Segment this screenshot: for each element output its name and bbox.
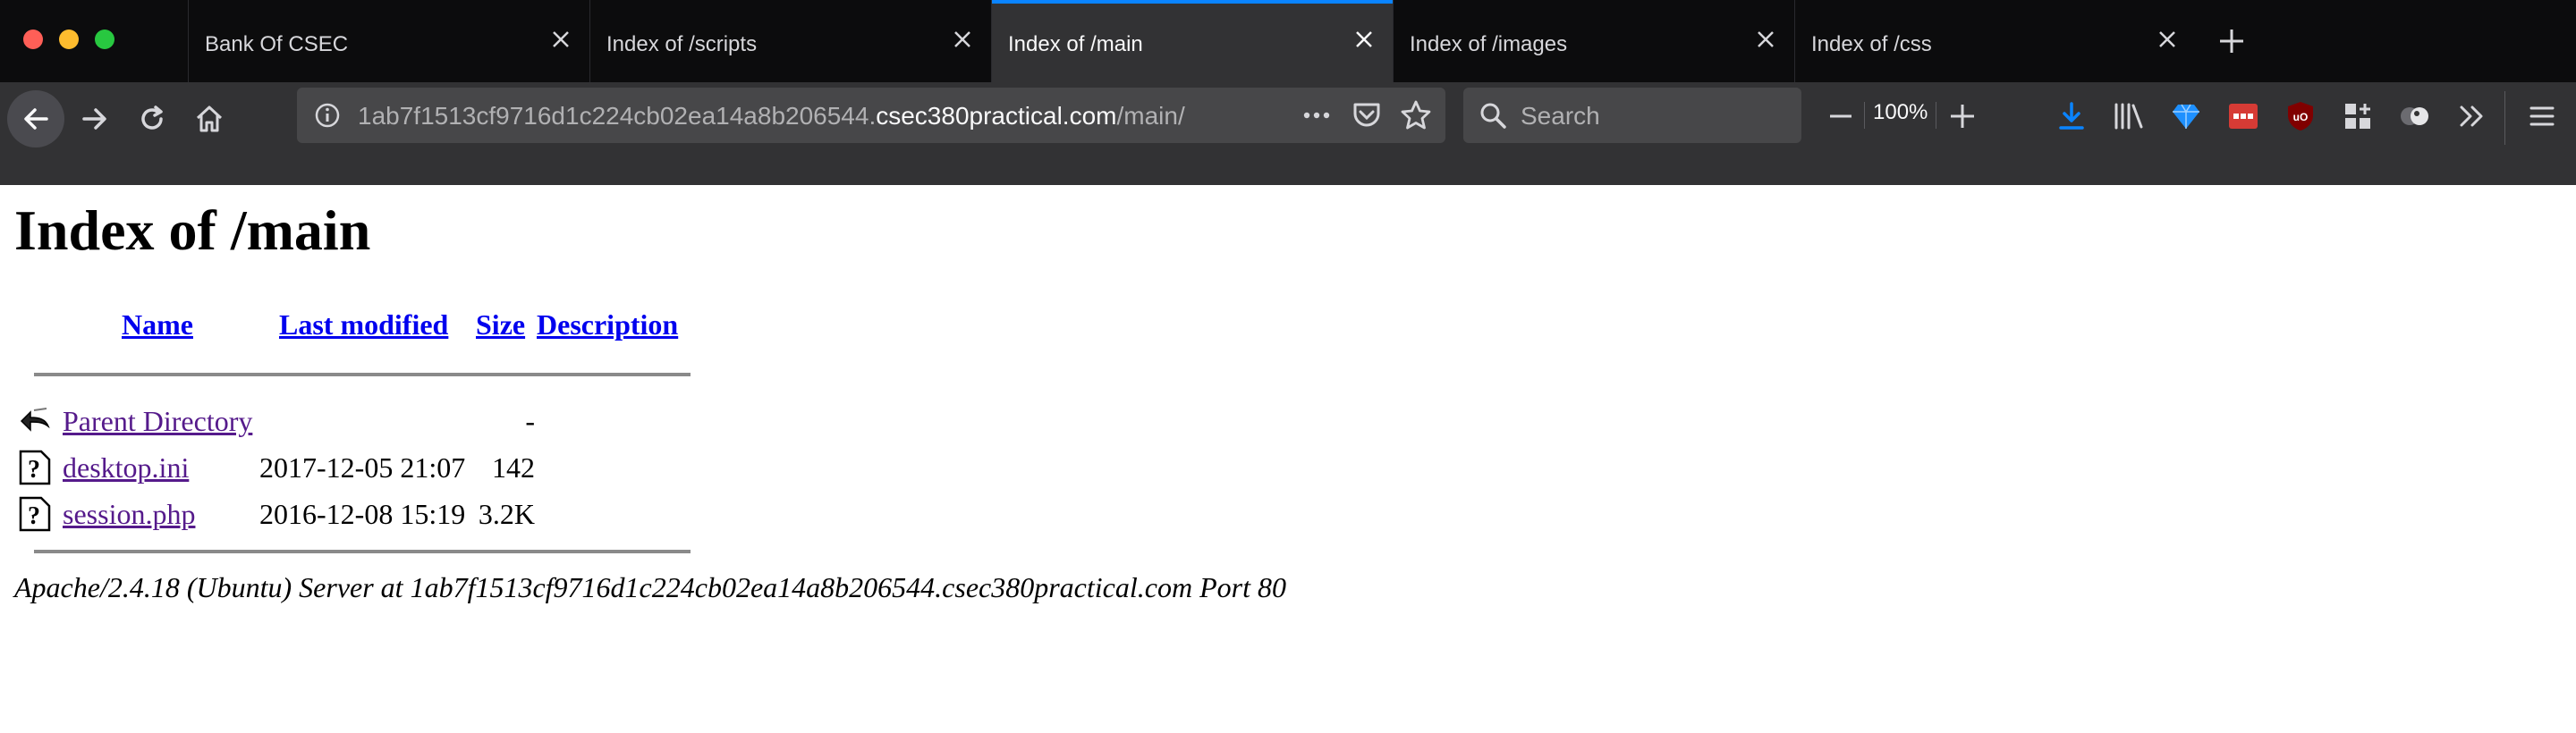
maximize-window-button[interactable]	[95, 29, 114, 49]
search-bar[interactable]: Search	[1463, 88, 1801, 143]
tab-label: Index of /main	[1008, 32, 1143, 56]
zoom-level[interactable]: 100%	[1873, 100, 1928, 125]
tab-strip: Bank Of CSEC Index of /scripts Index of …	[0, 0, 2576, 82]
header-rule	[34, 373, 691, 376]
file-link[interactable]: desktop.ini	[63, 451, 189, 484]
back-arrow-icon	[24, 108, 48, 130]
file-modified: 2016-12-08 15:19	[259, 498, 466, 530]
extension-grid-button[interactable]	[2331, 89, 2385, 143]
toolbar-separator	[2504, 91, 2505, 145]
plus-icon	[2220, 29, 2243, 53]
bookmark-star-icon[interactable]	[1399, 98, 1433, 132]
tab-label: Index of /images	[1410, 32, 1568, 56]
unknown-file-icon: ?	[19, 496, 51, 532]
ublock-shield-icon: uO	[2288, 102, 2313, 131]
chevron-double-right-icon	[2460, 105, 2483, 127]
url-prefix: 1ab7f1513cf9716d1c224cb02ea14a8b206544.	[358, 102, 877, 130]
tab-label: Index of /css	[1811, 32, 1932, 56]
tab-index-main[interactable]: Index of /main	[991, 0, 1393, 82]
address-bar[interactable]: 1ab7f1513cf9716d1c224cb02ea14a8b206544.c…	[297, 88, 1445, 143]
svg-text:?: ?	[28, 502, 40, 530]
server-signature: Apache/2.4.18 (Ubuntu) Server at 1ab7f15…	[14, 571, 1286, 603]
navigation-toolbar: 1ab7f1513cf9716d1c224cb02ea14a8b206544.c…	[0, 82, 2576, 185]
tab-index-images[interactable]: Index of /images	[1393, 0, 1794, 82]
close-tab-icon[interactable]	[946, 23, 979, 55]
url-path: /main/	[1116, 102, 1185, 130]
extension-toggle-button[interactable]	[2388, 89, 2442, 143]
svg-text:?: ?	[28, 456, 40, 484]
file-link[interactable]: Parent Directory	[63, 405, 252, 438]
extension-red-button[interactable]	[2216, 89, 2270, 143]
minus-icon	[1830, 114, 1852, 118]
tab-label: Bank Of CSEC	[205, 32, 349, 56]
svg-text:uO: uO	[2293, 111, 2309, 123]
password-manager-icon	[2229, 104, 2258, 129]
close-tab-icon[interactable]	[1348, 23, 1380, 55]
gem-icon	[2173, 104, 2199, 129]
search-icon	[1480, 103, 1506, 129]
close-tab-icon[interactable]	[545, 23, 577, 55]
toggle-ball-icon	[2401, 107, 2428, 125]
url-text: 1ab7f1513cf9716d1c224cb02ea14a8b206544.c…	[358, 102, 1185, 131]
column-header-last-modified[interactable]: Last modified	[279, 308, 448, 341]
zoom-out-button[interactable]	[1814, 89, 1868, 143]
hamburger-menu-icon	[2529, 106, 2555, 126]
file-size: 3.2K	[478, 498, 535, 530]
tab-index-css[interactable]: Index of /css	[1794, 0, 2196, 82]
back-button[interactable]	[7, 90, 64, 147]
zoom-separator	[1864, 102, 1865, 129]
forward-arrow-icon	[82, 108, 106, 130]
page-actions-icon[interactable]	[1301, 102, 1333, 129]
page-title: Index of /main	[14, 198, 371, 262]
plus-icon	[1951, 105, 1974, 128]
zoom-in-button[interactable]	[1936, 89, 1989, 143]
column-header-description[interactable]: Description	[537, 308, 678, 341]
library-button[interactable]	[2102, 89, 2156, 143]
close-tab-icon[interactable]	[1750, 23, 1782, 55]
library-icon	[2114, 103, 2143, 130]
file-size: -	[525, 405, 535, 437]
column-header-size[interactable]: Size	[476, 308, 525, 341]
table-row: ? session.php 2016-12-08 15:19 3.2K	[14, 494, 694, 534]
extension-gem-button[interactable]	[2159, 89, 2213, 143]
downloads-button[interactable]	[2045, 89, 2098, 143]
tab-index-scripts[interactable]: Index of /scripts	[589, 0, 991, 82]
column-header-name[interactable]: Name	[122, 308, 193, 341]
close-tab-icon[interactable]	[2151, 23, 2183, 55]
reload-button[interactable]	[125, 92, 179, 146]
table-row: Parent Directory -	[14, 401, 694, 441]
pocket-icon[interactable]	[1351, 99, 1383, 131]
window-controls	[0, 0, 188, 82]
minimize-window-button[interactable]	[59, 29, 79, 49]
back-arrow-icon	[20, 408, 50, 432]
ublock-button[interactable]: uO	[2274, 89, 2327, 143]
download-icon	[2059, 102, 2084, 130]
forward-button[interactable]	[68, 92, 122, 146]
table-row: ? desktop.ini 2017-12-05 21:07 142	[14, 448, 694, 487]
browser-chrome: Bank Of CSEC Index of /scripts Index of …	[0, 0, 2576, 185]
tab-bank-of-csec[interactable]: Bank Of CSEC	[188, 0, 589, 82]
new-tab-button[interactable]	[2205, 0, 2258, 82]
file-link[interactable]: session.php	[63, 498, 195, 531]
reload-icon	[141, 105, 163, 130]
page-content: Index of /main Name Last modified Size D…	[0, 185, 2576, 733]
home-button[interactable]	[182, 92, 236, 146]
tab-label: Index of /scripts	[606, 32, 758, 56]
info-icon[interactable]	[313, 101, 342, 130]
unknown-file-icon: ?	[19, 450, 51, 485]
close-window-button[interactable]	[23, 29, 43, 49]
main-menu-button[interactable]	[2515, 89, 2569, 143]
home-icon	[196, 105, 223, 132]
overflow-menu-button[interactable]	[2445, 89, 2499, 143]
file-modified: 2017-12-05 21:07	[259, 451, 466, 484]
search-placeholder: Search	[1521, 102, 1600, 130]
footer-rule	[34, 550, 691, 553]
apps-grid-icon	[2345, 104, 2370, 129]
url-host: csec380practical.com	[876, 102, 1117, 130]
file-size: 142	[492, 451, 535, 484]
